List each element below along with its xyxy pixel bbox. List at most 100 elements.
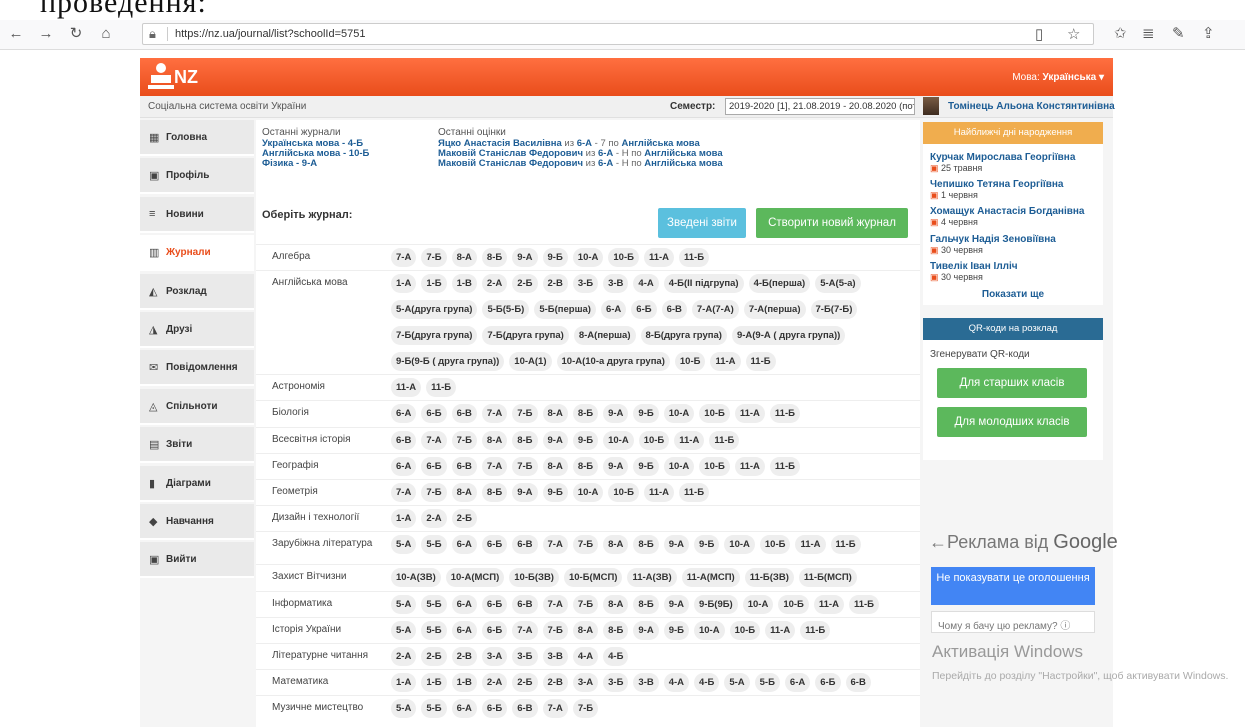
- pen-icon[interactable]: ✎: [1172, 24, 1185, 42]
- class-chip[interactable]: 6-А: [784, 673, 811, 693]
- sidebar-item-3[interactable]: ▥ Журнали: [140, 235, 254, 272]
- class-chip[interactable]: 2-Б: [512, 274, 538, 294]
- class-chip[interactable]: 7-А: [542, 699, 568, 719]
- class-chip[interactable]: 9-А: [512, 248, 538, 267]
- class-chip[interactable]: 9-А: [512, 483, 538, 502]
- class-chip[interactable]: 2-В: [542, 673, 568, 693]
- sidebar-item-1[interactable]: ▣ Профіль: [140, 158, 254, 195]
- class-chip[interactable]: 6-В: [661, 300, 687, 320]
- reader-icon[interactable]: ▯: [1035, 25, 1043, 43]
- class-chip[interactable]: 7-Б(друга група): [391, 326, 478, 346]
- class-chip[interactable]: 2-Б: [421, 647, 447, 666]
- class-chip[interactable]: 7-А(перша): [743, 300, 806, 320]
- class-chip[interactable]: 6-Б: [421, 404, 447, 424]
- class-chip[interactable]: 5-Б(5-Б): [482, 300, 530, 320]
- class-chip[interactable]: 8-Б: [633, 535, 659, 555]
- summary-reports-button[interactable]: Зведені звіти: [658, 208, 746, 238]
- class-chip[interactable]: 5-А(5-а): [815, 274, 861, 294]
- class-chip[interactable]: 8-Б: [481, 248, 508, 267]
- class-chip[interactable]: 8-А: [542, 404, 568, 424]
- class-chip[interactable]: 10-А: [663, 456, 695, 476]
- class-chip[interactable]: 2-В: [451, 647, 477, 666]
- class-chip[interactable]: 3-А: [572, 673, 599, 693]
- class-chip[interactable]: 10-Б: [778, 594, 809, 614]
- class-chip[interactable]: 11-Б(ЗВ): [744, 568, 794, 588]
- class-chip[interactable]: 10-Б(ЗВ): [509, 568, 559, 588]
- class-chip[interactable]: 10-А(МСП): [445, 568, 505, 588]
- class-chip[interactable]: 7-А: [481, 404, 508, 424]
- class-chip[interactable]: 11-А: [674, 430, 705, 450]
- class-chip[interactable]: 10-А: [742, 594, 774, 614]
- class-chip[interactable]: 3-Б: [572, 274, 599, 294]
- class-chip[interactable]: 9-А: [663, 594, 689, 614]
- class-chip[interactable]: 6-В: [845, 673, 871, 693]
- class-chip[interactable]: 6-В: [451, 456, 477, 476]
- class-chip[interactable]: 6-Б: [481, 594, 508, 614]
- subject-link[interactable]: Англійська мова: [644, 158, 722, 169]
- class-chip[interactable]: 2-Б: [451, 509, 477, 529]
- class-chip[interactable]: 10-А: [572, 483, 604, 502]
- class-chip[interactable]: 9-Б: [572, 430, 599, 450]
- class-chip[interactable]: 8-Б: [633, 594, 659, 614]
- class-chip[interactable]: 6-В: [512, 594, 538, 614]
- class-chip[interactable]: 10-Б: [608, 483, 639, 502]
- class-chip[interactable]: 8-А: [572, 620, 599, 640]
- class-chip[interactable]: 7-А(7-А): [691, 300, 739, 320]
- forward-arrow-icon[interactable]: →: [36, 24, 56, 44]
- class-chip[interactable]: 11-Б: [679, 248, 710, 267]
- class-chip[interactable]: 2-А: [391, 647, 417, 666]
- class-chip[interactable]: 7-Б: [451, 430, 477, 450]
- class-chip[interactable]: 8-Б: [572, 456, 599, 476]
- class-chip[interactable]: 10-А: [663, 404, 695, 424]
- class-chip[interactable]: 3-В: [542, 647, 568, 666]
- class-chip[interactable]: 7-Б: [572, 535, 599, 555]
- student-link[interactable]: Маковій Станіслав Федорович: [438, 158, 583, 169]
- class-chip[interactable]: 4-А: [572, 647, 599, 666]
- class-chip[interactable]: 4-Б(ІІ підгрупа): [663, 274, 744, 294]
- class-chip[interactable]: 7-А: [542, 594, 568, 614]
- qr-senior-button[interactable]: Для старших класів: [937, 368, 1087, 398]
- class-chip[interactable]: 8-Б(друга група): [640, 326, 727, 346]
- class-chip[interactable]: 10-Б: [638, 430, 670, 450]
- class-chip[interactable]: 1-Б: [421, 274, 447, 294]
- sidebar-item-6[interactable]: ✉ Повідомлення: [140, 350, 254, 387]
- class-chip[interactable]: 5-А: [724, 673, 750, 693]
- class-link[interactable]: 6-А: [598, 158, 613, 169]
- class-chip[interactable]: 3-В: [603, 274, 629, 294]
- birthday-name-link[interactable]: Чепишко Тетяна Георгіївна: [930, 179, 1063, 190]
- class-chip[interactable]: 7-Б(друга група): [482, 326, 569, 346]
- collections-icon[interactable]: ≣: [1142, 24, 1155, 42]
- class-chip[interactable]: 11-А(МСП): [681, 568, 740, 588]
- class-chip[interactable]: 8-А: [451, 483, 477, 502]
- class-chip[interactable]: 6-А: [451, 699, 477, 719]
- class-chip[interactable]: 3-В: [633, 673, 659, 693]
- class-chip[interactable]: 7-Б: [421, 248, 447, 267]
- class-chip[interactable]: 8-Б: [572, 404, 599, 424]
- class-chip[interactable]: 6-Б: [481, 535, 508, 555]
- class-chip[interactable]: 11-Б: [830, 535, 861, 555]
- share-icon[interactable]: ⇪: [1202, 24, 1215, 42]
- class-chip[interactable]: 10-Б: [674, 352, 706, 372]
- birthday-name-link[interactable]: Тивелік Іван Ілліч: [930, 261, 1018, 272]
- class-chip[interactable]: 11-Б: [769, 456, 800, 476]
- address-bar[interactable]: 🔒︎ https://nz.ua/journal/list?schoolId=5…: [142, 23, 1094, 45]
- class-chip[interactable]: 6-Б: [815, 673, 841, 693]
- class-chip[interactable]: 1-А: [391, 274, 417, 294]
- class-chip[interactable]: 11-А: [813, 594, 844, 614]
- class-chip[interactable]: 9-А: [603, 404, 629, 424]
- class-chip[interactable]: 11-А: [734, 404, 765, 424]
- class-chip[interactable]: 11-Б: [679, 483, 710, 502]
- class-chip[interactable]: 9-А: [663, 535, 689, 555]
- class-chip[interactable]: 2-А: [481, 673, 508, 693]
- sidebar-item-0[interactable]: ▦ Головна: [140, 120, 254, 156]
- birthday-name-link[interactable]: Курчак Мирослава Георгіївна: [930, 152, 1075, 163]
- class-chip[interactable]: 6-В: [391, 430, 417, 450]
- class-chip[interactable]: 10-Б: [729, 620, 761, 640]
- qr-junior-button[interactable]: Для молодших класів: [937, 407, 1087, 437]
- class-chip[interactable]: 4-А: [663, 673, 690, 693]
- class-chip[interactable]: 10-Б: [608, 248, 639, 267]
- class-chip[interactable]: 1-А: [391, 509, 417, 529]
- class-chip[interactable]: 6-В: [512, 699, 538, 719]
- class-chip[interactable]: 9-Б: [663, 620, 689, 640]
- class-chip[interactable]: 2-Б: [512, 673, 538, 693]
